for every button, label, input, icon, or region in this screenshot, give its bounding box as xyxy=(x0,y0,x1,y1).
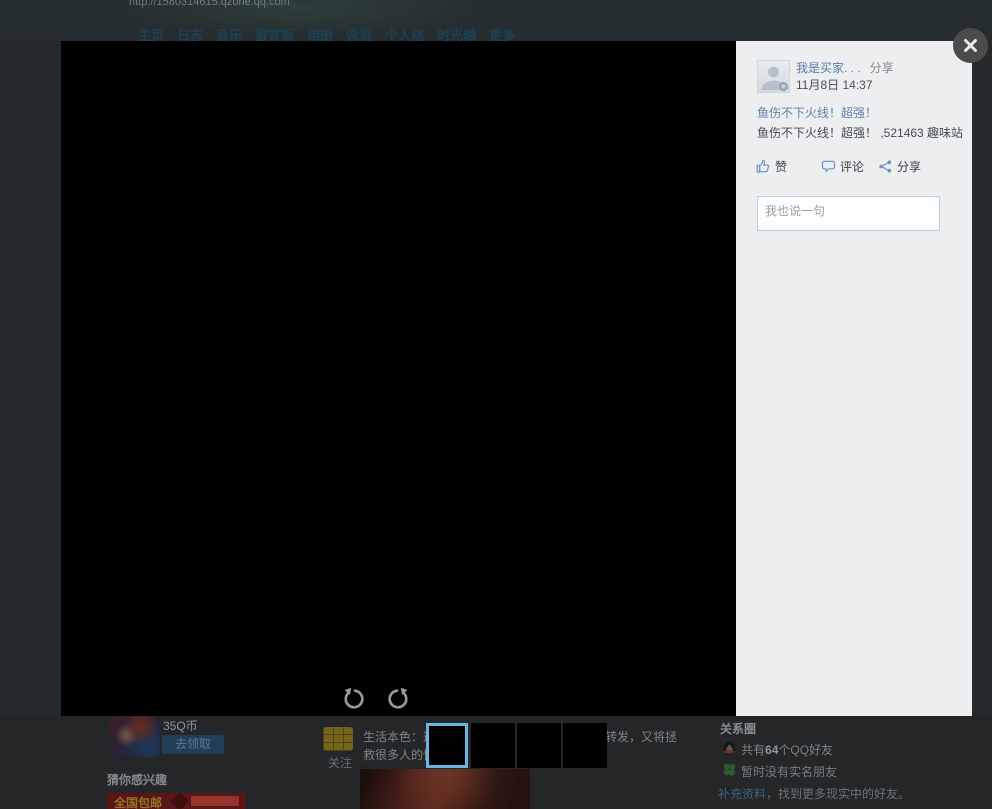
ad-diamond-shape xyxy=(170,793,189,809)
complete-profile-row: 补充资料，找到更多现实中的好友。 xyxy=(718,785,910,802)
photo-thumbnail[interactable] xyxy=(563,723,607,768)
game-ad-thumbnail xyxy=(110,715,160,757)
clover-icon xyxy=(722,762,737,777)
post-body-text: 鱼伤不下火线！超强！ ,521463 趣味站 xyxy=(757,126,964,140)
photo-viewer-image[interactable] xyxy=(61,41,736,716)
ad-text-blob xyxy=(191,796,239,806)
feed-text-fragment: 转发，又将拯 xyxy=(605,730,678,744)
comment-bubble-icon xyxy=(821,160,836,173)
post-type-tag: 分享 xyxy=(869,61,894,75)
qq-friends-count-row: 共有64个QQ好友 xyxy=(741,741,833,758)
thumbs-up-icon xyxy=(756,159,770,173)
interest-section-header: 猜你感兴趣 xyxy=(107,773,168,787)
comment-input[interactable] xyxy=(757,196,940,231)
ad-banner-label: 全国包邮 xyxy=(114,796,163,809)
like-button[interactable]: 赞 xyxy=(756,158,787,175)
rotate-right-button[interactable] xyxy=(385,687,409,711)
photo-thumbnail-selected[interactable] xyxy=(426,723,468,768)
qq-penguin-icon xyxy=(722,740,737,755)
photo-info-panel: 我是买家. . . 分享 11月8日 14:37 鱼伤不下火线！超强！ 鱼伤不下火… xyxy=(736,41,972,716)
rotate-left-button[interactable] xyxy=(343,687,367,711)
photo-thumbnail[interactable] xyxy=(471,723,515,768)
page-header-background: http://1580314615.qzone.qq.com 主页 日志 音乐 留言板… xyxy=(0,0,992,43)
feed-account-avatar xyxy=(323,727,353,751)
qq-friends-suffix: 个QQ好友 xyxy=(778,743,834,757)
complete-profile-rest: ，找到更多现实中的好友。 xyxy=(766,787,911,801)
photo-thumbnail[interactable] xyxy=(517,723,561,768)
comment-button[interactable]: 评论 xyxy=(821,158,864,175)
ad-banner[interactable]: 全国包邮 xyxy=(107,793,246,809)
like-label: 赞 xyxy=(775,160,788,174)
feed-text-fragment: 生活本色：这 xyxy=(363,730,436,744)
qq-friends-prefix: 共有 xyxy=(741,743,766,757)
qq-friends-count: 64 xyxy=(765,743,779,757)
author-row: 我是买家. . . 分享 xyxy=(796,59,894,76)
close-button[interactable] xyxy=(953,28,988,63)
post-title-link[interactable]: 鱼伤不下火线！超强！ xyxy=(757,104,877,121)
qcoin-reward-label: 35Q币 xyxy=(163,719,198,733)
author-name-link[interactable]: 我是买家. . . xyxy=(796,61,861,75)
feed-photo-thumbnail xyxy=(360,769,530,809)
author-avatar[interactable] xyxy=(757,60,790,93)
share-button[interactable]: 分享 xyxy=(878,158,921,175)
claim-reward-button[interactable]: 去领取 xyxy=(162,735,224,754)
profile-url-text: http://1580314615.qzone.qq.com xyxy=(129,0,290,8)
comment-label: 评论 xyxy=(840,160,865,174)
complete-profile-link[interactable]: 补充资料 xyxy=(718,787,766,801)
share-label: 分享 xyxy=(897,160,922,174)
follow-link[interactable]: 关注 xyxy=(328,754,352,771)
relations-header: 关系圈 xyxy=(720,722,757,736)
close-x-icon xyxy=(964,39,977,52)
no-realname-row: 暂时没有实名朋友 xyxy=(741,765,838,779)
post-timestamp: 11月8日 14:37 xyxy=(796,78,873,92)
qzone-photo-viewer-page: http://1580314615.qzone.qq.com 主页 日志 音乐 留言板… xyxy=(0,0,992,809)
share-nodes-icon xyxy=(879,160,892,173)
